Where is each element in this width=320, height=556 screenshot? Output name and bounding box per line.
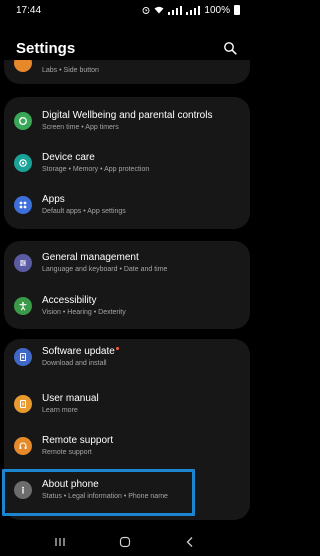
- settings-item-title: Digital Wellbeing and parental controls: [42, 109, 213, 121]
- status-bar: 17:44 100%: [0, 0, 250, 20]
- home-icon[interactable]: [115, 532, 135, 552]
- settings-item-title-wrap: Software update: [42, 346, 242, 358]
- header: Settings: [16, 38, 238, 58]
- settings-item-title: General management: [42, 251, 139, 263]
- navigation-bar: [0, 527, 250, 556]
- settings-item-subtitle: Vision • Hearing • Dexterity: [42, 308, 126, 316]
- settings-item-title: Remote support: [42, 434, 114, 446]
- signal-2-icon: [186, 5, 201, 15]
- settings-item-title: Software update: [42, 345, 115, 357]
- settings-group-1: Digital Wellbeing and parental controls …: [4, 97, 250, 229]
- wellbeing-icon: [14, 112, 32, 130]
- remote-support-icon: [14, 437, 32, 455]
- settings-item-subtitle: Language and keyboard • Date and time: [42, 265, 168, 273]
- settings-group-top-partial: Labs • Side button: [4, 60, 250, 84]
- settings-item-user-manual[interactable]: User manual Learn more: [4, 386, 250, 422]
- settings-item-title: Apps: [42, 193, 65, 205]
- battery-icon: [234, 5, 240, 15]
- settings-item-device-care[interactable]: Device care Storage • Memory • App prote…: [4, 145, 250, 181]
- back-icon[interactable]: [180, 532, 200, 552]
- status-indicators: 100%: [142, 5, 240, 16]
- search-icon[interactable]: [222, 40, 238, 56]
- settings-item-software-update[interactable]: Software update Download and install: [4, 339, 250, 375]
- settings-item-subtitle: Learn more: [42, 406, 78, 414]
- user-manual-icon: [14, 395, 32, 413]
- about-phone-highlight: [2, 469, 195, 516]
- alarm-icon: [142, 7, 150, 14]
- settings-item-subtitle: Default apps • App settings: [42, 207, 126, 215]
- settings-item-remote-support[interactable]: Remote support Remote support: [4, 428, 250, 464]
- settings-item-subtitle: Screen time • App timers: [42, 123, 119, 131]
- settings-item-general-management[interactable]: General management Language and keyboard…: [4, 245, 250, 281]
- apps-icon: [14, 196, 32, 214]
- status-time: 17:44: [16, 4, 42, 16]
- update-badge: [115, 346, 119, 350]
- advanced-features-icon: [14, 60, 32, 72]
- settings-group-2: General management Language and keyboard…: [4, 241, 250, 329]
- recents-icon[interactable]: [50, 532, 70, 552]
- signal-icon: [168, 5, 183, 15]
- settings-item-subtitle: Storage • Memory • App protection: [42, 165, 150, 173]
- settings-item-title: Device care: [42, 151, 95, 163]
- advanced-features-subtitle: Labs • Side button: [42, 67, 99, 74]
- settings-item-title: User manual: [42, 392, 99, 404]
- wifi-icon: [154, 6, 164, 14]
- battery-percent: 100%: [204, 4, 230, 16]
- accessibility-icon: [14, 297, 32, 315]
- page-title: Settings: [16, 39, 76, 57]
- settings-item-title: Accessibility: [42, 294, 97, 306]
- general-management-icon: [14, 254, 32, 272]
- settings-item-subtitle: Remote support: [42, 448, 92, 456]
- settings-item-digital-wellbeing[interactable]: Digital Wellbeing and parental controls …: [4, 103, 250, 139]
- software-update-icon: [14, 348, 32, 366]
- settings-item-accessibility[interactable]: Accessibility Vision • Hearing • Dexteri…: [4, 288, 250, 324]
- settings-item-apps[interactable]: Apps Default apps • App settings: [4, 187, 250, 223]
- device-care-icon: [14, 154, 32, 172]
- settings-item-subtitle: Download and install: [42, 359, 107, 367]
